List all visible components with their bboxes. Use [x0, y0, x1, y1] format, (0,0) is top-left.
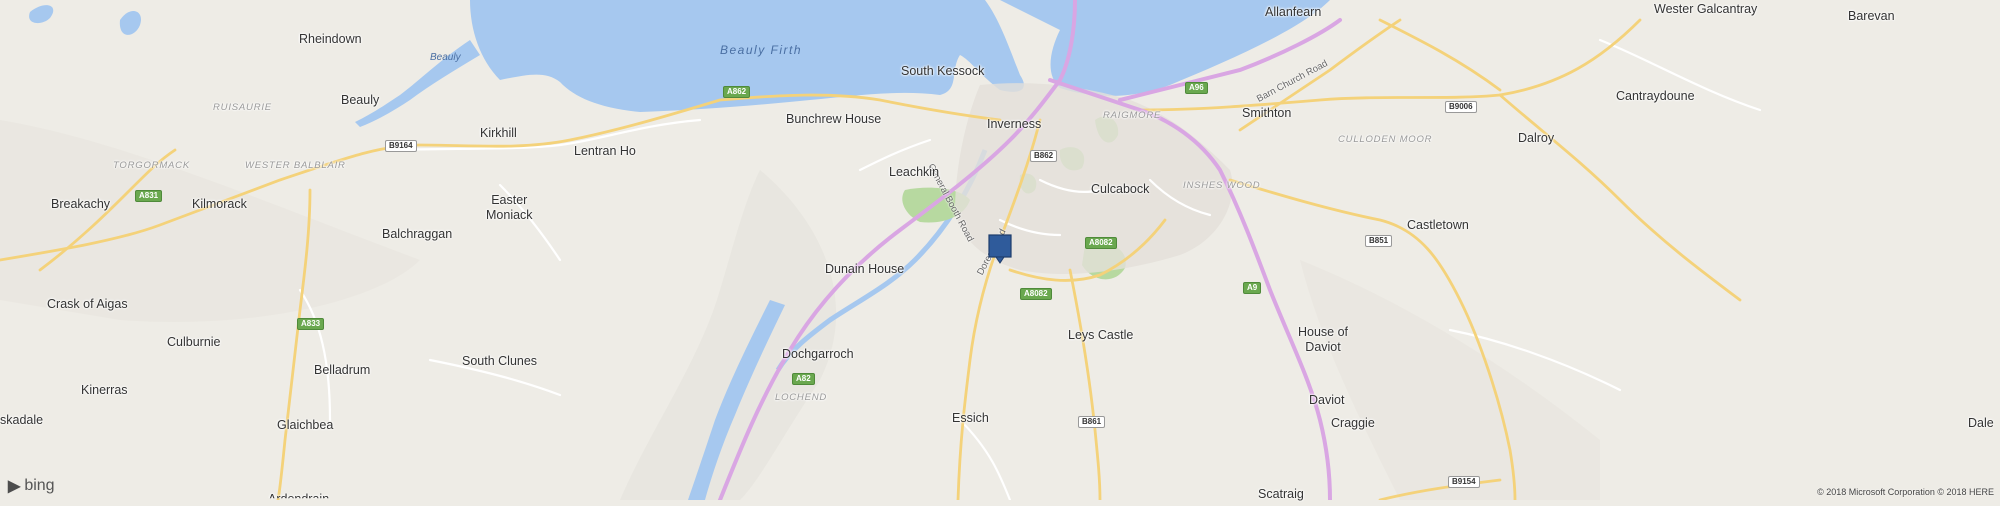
road-shield-a862-north: A862: [723, 86, 751, 98]
place-label-culcabock: Culcabock: [1091, 182, 1150, 196]
place-label-leys-castle: Leys Castle: [1068, 328, 1134, 342]
place-label-craggie: Craggie: [1331, 416, 1375, 430]
place-label-crask-of-aigas: Crask of Aigas: [47, 297, 128, 311]
area-label-ruisaurie: RUISAURIE: [213, 102, 272, 113]
place-label-smithton: Smithton: [1242, 106, 1292, 120]
place-label-inverness: Inverness: [987, 117, 1042, 131]
place-label-kinerras: Kinerras: [81, 383, 128, 397]
road-shield-a8082-south: A8082: [1020, 288, 1052, 300]
road-shield-b862: B862: [1030, 150, 1058, 162]
place-label-essich: Essich: [952, 411, 989, 425]
place-label-scatraig: Scatraig: [1258, 487, 1304, 501]
place-label-south-kessock: South Kessock: [901, 64, 985, 78]
bing-logo-text: bing: [24, 477, 55, 494]
place-label-cantraydoune: Cantraydoune: [1616, 89, 1695, 103]
place-label-easter-moniack: Easter Moniack: [486, 193, 533, 223]
place-label-rheindown: Rheindown: [299, 32, 362, 46]
road-shield-a831: A831: [135, 190, 163, 202]
place-label-bunchrew-house: Bunchrew House: [786, 112, 882, 126]
road-shield-b861: B861: [1078, 416, 1106, 428]
area-label-lochend: LOCHEND: [775, 392, 828, 403]
place-label-lentran-ho: Lentran Ho: [574, 144, 636, 158]
area-label-inshes-wood: INSHES WOOD: [1183, 180, 1261, 191]
place-label-skadale: skadale: [0, 413, 44, 427]
place-label-allanfearn: Allanfearn: [1265, 5, 1322, 19]
place-label-house-of-daviot: House of Daviot: [1298, 325, 1348, 355]
place-label-culburnie: Culburnie: [167, 335, 221, 349]
copyright-notice: © 2018 Microsoft Corporation © 2018 HERE: [1817, 487, 1994, 497]
place-label-wester-galcantray: Wester Galcantray: [1654, 2, 1758, 16]
place-label-house-of-daviot-line1: House of: [1298, 325, 1349, 339]
bing-icon: ▶︎: [8, 478, 21, 495]
place-label-dalroy: Dalroy: [1518, 131, 1555, 145]
area-label-torgormack: TORGORMACK: [113, 160, 190, 171]
location-pin[interactable]: [988, 234, 1012, 264]
road-shield-b9154: B9154: [1448, 476, 1480, 488]
area-label-raigmore: RAIGMORE: [1103, 110, 1162, 121]
water-label-beauly-firth: Beauly Firth: [720, 43, 803, 57]
place-label-kirkhill: Kirkhill: [480, 126, 517, 140]
place-label-breakachy: Breakachy: [51, 197, 111, 211]
road-shield-b851: B851: [1365, 235, 1393, 247]
place-label-barevan: Barevan: [1848, 9, 1895, 23]
place-label-daviot: Daviot: [1309, 393, 1345, 407]
area-label-culloden-moor: CULLODEN MOOR: [1338, 134, 1433, 145]
place-label-house-of-daviot-line2: Daviot: [1305, 340, 1341, 354]
place-label-belladrum: Belladrum: [314, 363, 371, 377]
place-label-glaichbea: Glaichbea: [277, 418, 334, 432]
road-shield-a833: A833: [297, 318, 325, 330]
place-label-dunain-house: Dunain House: [825, 262, 905, 276]
water-label-beauly: Beauly: [430, 52, 461, 63]
place-label-beauly: Beauly: [341, 93, 380, 107]
place-label-kilmorack: Kilmorack: [192, 197, 247, 211]
area-label-wester-balblair: WESTER BALBLAIR: [245, 160, 346, 171]
place-label-leachkin: Leachkin: [889, 165, 940, 179]
road-shield-b9006: B9006: [1445, 101, 1477, 113]
road-shield-b9164: B9164: [385, 140, 417, 152]
place-label-easter-moniack-line1: Easter: [491, 193, 528, 207]
place-label-easter-moniack-line2: Moniack: [486, 208, 533, 222]
place-label-dale: Dale: [1968, 416, 1994, 430]
road-shield-a96: A96: [1185, 82, 1208, 94]
place-label-dochgarroch: Dochgarroch: [782, 347, 854, 361]
road-shield-a82: A82: [792, 373, 815, 385]
location-pin-pointer: [995, 256, 1005, 264]
road-shield-a8082-east: A8082: [1085, 237, 1117, 249]
road-shield-a9: A9: [1243, 282, 1262, 294]
place-label-balchraggan: Balchraggan: [382, 227, 453, 241]
place-label-south-clunes: South Clunes: [462, 354, 538, 368]
bing-logo[interactable]: ▶︎ bing: [8, 476, 55, 496]
location-pin-body: [988, 234, 1012, 258]
place-label-castletown: Castletown: [1407, 218, 1469, 232]
